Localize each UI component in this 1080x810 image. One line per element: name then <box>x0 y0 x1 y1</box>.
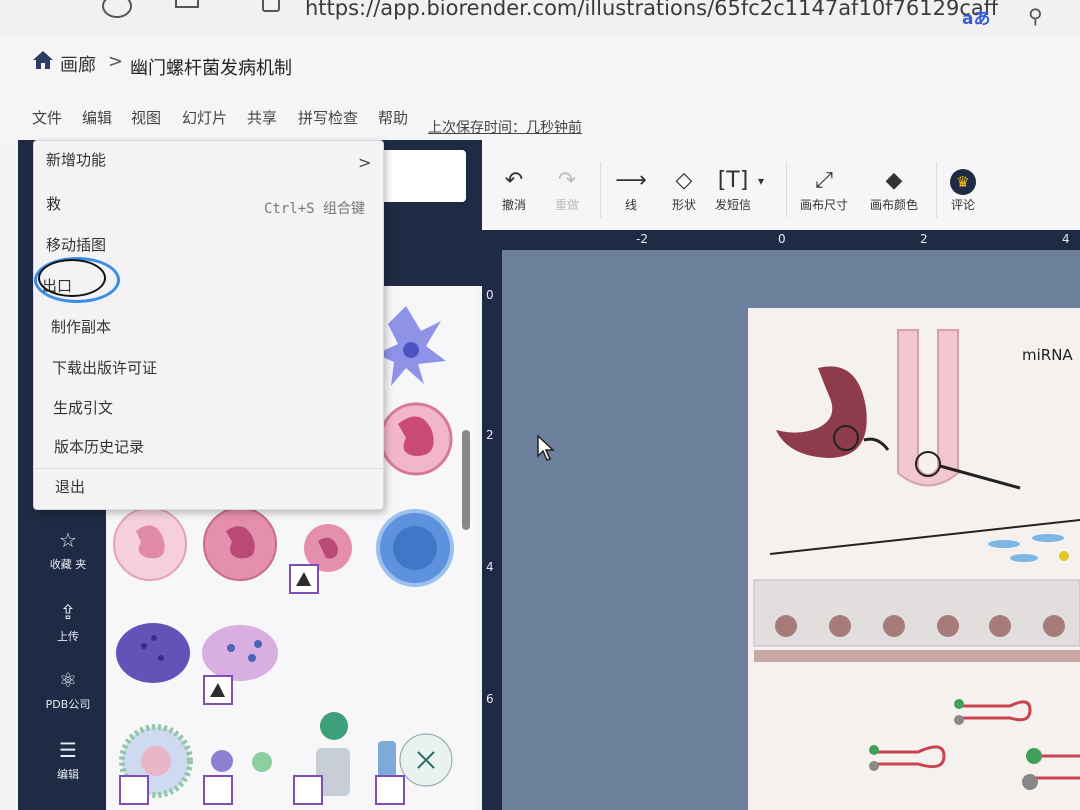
artboard-illustration: miRNA <box>753 329 1080 790</box>
ruler-label: 2 <box>486 428 494 442</box>
chevron-down-icon[interactable]: ▾ <box>758 174 764 188</box>
home-browser-icon[interactable] <box>175 0 199 8</box>
sidebar-item-label: 上传 <box>57 630 79 643</box>
platelet-icon[interactable] <box>211 750 272 772</box>
line-icon: ⟶ <box>615 168 647 193</box>
canvas-size-button[interactable]: ⤢ 画布尺寸 <box>794 168 854 213</box>
undo-label: 撤消 <box>501 198 526 212</box>
sidebar-item-favorites[interactable]: ☆ 收藏 夹 <box>40 528 96 572</box>
line-label: 线 <box>624 198 637 212</box>
file-menu-dropdown: 新增功能 > 救 Ctrl+S 组合键 移动插图 出口 制作副本 下载出版许可证… <box>33 140 384 510</box>
canvas-size-label: 画布尺寸 <box>799 198 848 212</box>
paint-bucket-icon: ◆ <box>885 168 903 193</box>
sidebar-item-label: 收藏 夹 <box>49 558 87 571</box>
menu-share[interactable]: 共享 <box>247 107 277 128</box>
ruler-label: 6 <box>486 692 494 706</box>
sliders-icon: ☰ <box>59 738 77 762</box>
url-bar[interactable]: https://app.biorender.com/illustrations/… <box>305 0 998 20</box>
canvas-color-label: 画布颜色 <box>869 198 918 212</box>
menu-file[interactable]: 文件 <box>32 107 62 128</box>
translate-icon[interactable]: aあ <box>962 4 990 29</box>
lymphocyte-icon[interactable] <box>376 509 454 587</box>
last-saved-status[interactable]: 上次保存时间：几秒钟前 <box>428 117 582 137</box>
sidebar-item-label: 编辑 <box>57 768 79 781</box>
undo-button[interactable]: ↶ 撤消 <box>484 168 544 213</box>
menu-edit[interactable]: 编辑 <box>82 107 112 128</box>
page-title[interactable]: 幽门螺杆菌发病机制 <box>130 54 292 80</box>
epithelium-icon[interactable] <box>753 579 1080 662</box>
zoom-icon[interactable]: ⚲ <box>1028 4 1043 28</box>
basophil-icon[interactable] <box>116 623 190 683</box>
menu-item-whats-new[interactable]: 新增功能 <box>46 149 106 170</box>
molecule-icon: ⚛ <box>59 668 77 692</box>
site-info-icon[interactable] <box>262 0 280 12</box>
ruler-label: 4 <box>486 560 494 574</box>
sidebar-item-upload[interactable]: ⇪ 上传 <box>40 600 96 644</box>
canvas-color-button[interactable]: ◆ 画布颜色 <box>864 168 924 213</box>
sidebar-item-edit[interactable]: ☰ 编辑 <box>40 738 96 782</box>
redo-label: 重做 <box>554 198 579 212</box>
redo-icon: ↷ <box>557 168 577 193</box>
ruler-label: 4 <box>1062 232 1070 246</box>
sidebar-item-pdb[interactable]: ⚛ PDB公司 <box>40 668 96 712</box>
stomach-icon[interactable] <box>776 366 890 458</box>
text-label: 发短信 <box>714 198 751 212</box>
breadcrumb-gallery[interactable]: 画廊 <box>60 51 96 77</box>
breadcrumb-separator: > <box>108 51 124 72</box>
gastric-gland-icon[interactable] <box>897 329 1021 490</box>
highlight-annotation <box>38 259 106 297</box>
text-tool-button[interactable]: [T] 发短信 <box>703 168 763 213</box>
menu-item-download-license[interactable]: 下载出版许可证 <box>52 357 157 378</box>
comment-label: 评论 <box>950 198 975 212</box>
star-icon: ☆ <box>59 528 77 552</box>
ruler-label: 0 <box>778 232 786 246</box>
save-shortcut: Ctrl+S 组合键 <box>264 201 366 217</box>
dendritic-cell-icon[interactable] <box>376 306 446 386</box>
sidebar-item-label: PDB公司 <box>45 698 91 711</box>
ruler-vertical <box>482 250 502 810</box>
ruler-label: 2 <box>920 232 928 246</box>
line-tool-button[interactable]: ⟶ 线 <box>601 168 661 213</box>
menu-item-move-illustration[interactable]: 移动插图 <box>46 234 106 255</box>
mouse-cursor-icon <box>537 434 555 461</box>
menu-item-save[interactable]: 救 <box>46 193 61 214</box>
comment-button[interactable]: ♛ 评论 <box>933 168 993 213</box>
menu-spellcheck[interactable]: 拼写检查 <box>298 107 358 128</box>
mirna-label[interactable]: miRNA <box>1022 346 1073 364</box>
ruler-label: 0 <box>486 288 494 302</box>
menu-slides[interactable]: 幻灯片 <box>182 107 227 128</box>
chevron-right-icon: > <box>358 153 372 172</box>
menu-item-version-history[interactable]: 版本历史记录 <box>54 436 144 457</box>
ruler-label: -2 <box>636 232 648 246</box>
menu-help[interactable]: 帮助 <box>378 107 408 128</box>
neutrophil-icon[interactable] <box>379 402 453 476</box>
toolbar-divider <box>786 162 787 218</box>
menu-item-exit[interactable]: 退出 <box>55 476 85 497</box>
menu-view[interactable]: 视图 <box>131 107 161 128</box>
menu-item-generate-citation[interactable]: 生成引文 <box>53 397 113 418</box>
menu-divider <box>34 468 383 469</box>
crown-icon: ♛ <box>933 168 993 196</box>
eosinophil-icon[interactable] <box>202 625 278 681</box>
upload-icon: ⇪ <box>59 600 77 624</box>
redo-button[interactable]: ↷ 重做 <box>537 168 597 213</box>
undo-icon: ↶ <box>504 168 524 193</box>
neutrophil-icon[interactable] <box>113 507 187 581</box>
text-icon: [T] <box>717 168 749 193</box>
neutrophil-icon[interactable] <box>203 507 277 581</box>
resize-icon: ⤢ <box>815 168 833 193</box>
menu-item-make-copy[interactable]: 制作副本 <box>51 316 111 337</box>
home-icon[interactable] <box>32 50 54 70</box>
bacteria-icon[interactable] <box>988 534 1069 562</box>
mirna-hairpin-icon[interactable] <box>869 699 1080 790</box>
